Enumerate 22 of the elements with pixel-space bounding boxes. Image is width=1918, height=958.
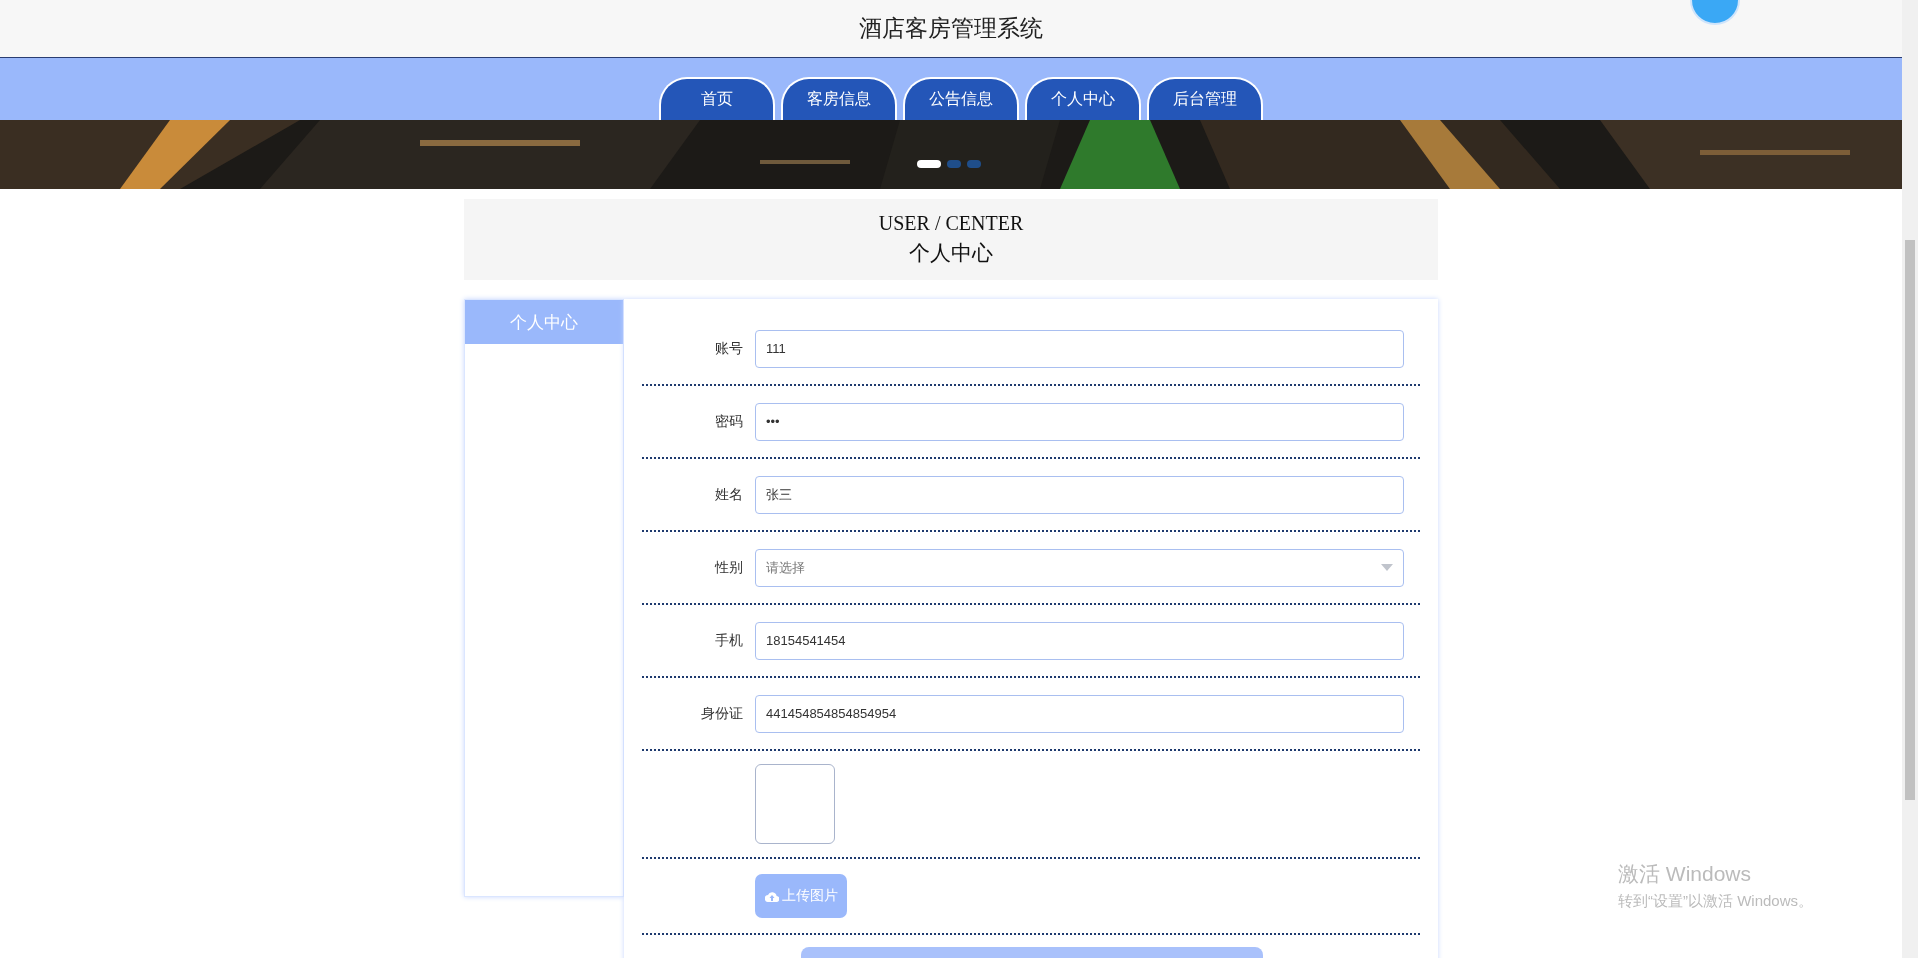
field-label: 密码 [714, 412, 744, 431]
field-label: 手机 [714, 631, 744, 650]
input-field[interactable]: 111 [755, 329, 1404, 368]
field-label: 账号 [714, 339, 744, 358]
page-title: 个人中心 [909, 240, 993, 267]
input-field[interactable]: 441454854854854954 [755, 694, 1404, 733]
nav-tab[interactable]: 客房信息 [781, 77, 897, 120]
nav-tab[interactable]: 后台管理 [1147, 77, 1263, 120]
activation-text: 转到“设置”以激活 Windows。 [1618, 892, 1813, 911]
input-field[interactable]: 18154541454 [755, 621, 1404, 660]
nav-tab[interactable]: 首页 [659, 77, 775, 120]
nav-tab[interactable]: 个人中心 [1025, 77, 1141, 120]
field-label: 姓名 [714, 485, 744, 504]
input-field[interactable]: ••• [755, 402, 1404, 441]
activation-title: 激活 Windows [1618, 861, 1753, 887]
page-title-english: USER / CENTER [878, 212, 1024, 235]
input-field[interactable]: 张三 [755, 475, 1404, 514]
field-label: 性别 [713, 558, 744, 577]
select-field[interactable]: 请选择 [755, 548, 1404, 587]
field-label: 身份证 [700, 704, 744, 723]
site-title: 酒店客房管理系统 [859, 14, 1043, 43]
nav-tab[interactable]: 公告信息 [903, 77, 1019, 120]
